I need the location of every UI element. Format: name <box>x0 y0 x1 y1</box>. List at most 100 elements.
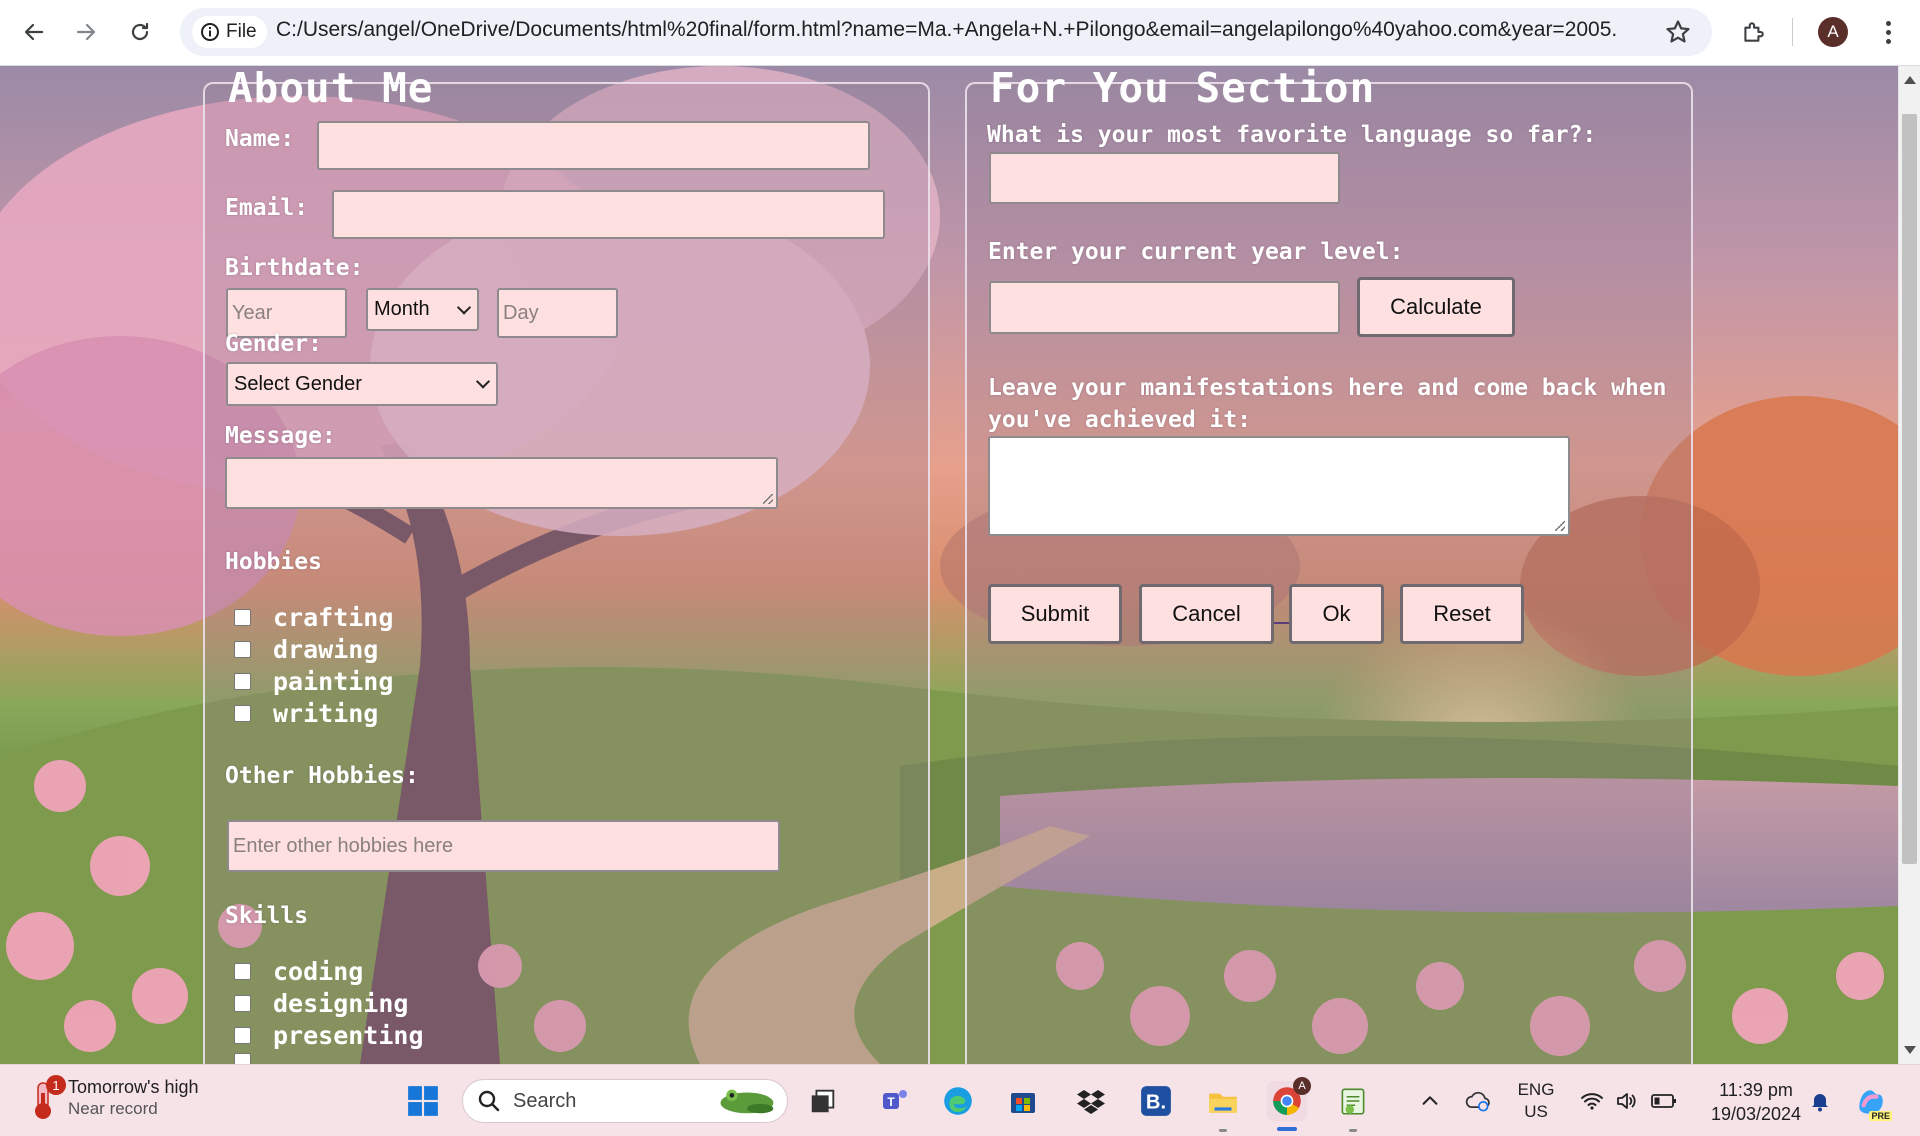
year-level-input[interactable] <box>989 281 1340 334</box>
cancel-button[interactable]: Cancel <box>1139 584 1274 644</box>
checkbox[interactable] <box>234 1053 251 1064</box>
thermometer-icon: 1 <box>28 1075 66 1121</box>
scroll-thumb[interactable] <box>1902 114 1917 864</box>
message-textarea[interactable] <box>225 457 778 509</box>
for-you-fieldset: For You Section What is your most favori… <box>965 66 1693 1064</box>
chevron-up-icon[interactable] <box>1410 1081 1450 1121</box>
gender-label: Gender: <box>225 331 322 357</box>
gender-select[interactable]: Select Gender <box>226 362 498 406</box>
notepad-icon[interactable] <box>1333 1081 1373 1121</box>
checkbox[interactable] <box>234 609 251 626</box>
name-input[interactable] <box>317 121 870 170</box>
bold-app-icon[interactable]: B. <box>1136 1081 1176 1121</box>
chevron-down-icon <box>456 299 472 315</box>
scroll-down-arrow-icon[interactable] <box>1904 1046 1916 1054</box>
message-label: Message: <box>225 423 336 449</box>
reload-button[interactable] <box>120 12 160 52</box>
button-connector-line <box>1274 622 1289 624</box>
search-label: Search <box>513 1089 577 1112</box>
day-input[interactable] <box>497 288 618 338</box>
taskbar-search-box[interactable]: Search <box>462 1079 788 1123</box>
skill-checkbox-row[interactable]: designing <box>234 989 408 1018</box>
hobby-checkbox-row[interactable]: crafting <box>234 603 393 632</box>
skill-label: coding <box>273 957 364 986</box>
chevron-down-icon <box>475 374 491 389</box>
language-label: What is your most favorite language so f… <box>987 122 1597 148</box>
resize-handle-icon[interactable] <box>1555 521 1565 531</box>
other-hobbies-label: Other Hobbies: <box>225 763 419 789</box>
site-chip-label: File <box>226 21 257 42</box>
page-scrollbar[interactable] <box>1898 66 1920 1064</box>
manifest-textarea[interactable] <box>988 436 1570 536</box>
menu-icon[interactable] <box>1870 14 1906 50</box>
explorer-running-indicator <box>1219 1129 1227 1132</box>
copilot-preview-badge: PRE <box>1869 1111 1892 1121</box>
extensions-button[interactable] <box>1733 12 1773 52</box>
profile-avatar[interactable]: A <box>1818 17 1848 47</box>
checkbox[interactable] <box>234 995 251 1012</box>
skill-label: presenting <box>273 1021 424 1050</box>
weather-headline: Tomorrow's high <box>68 1077 199 1097</box>
toolbar-separator <box>1792 18 1793 46</box>
cloud-sync-icon[interactable] <box>1458 1081 1498 1121</box>
teams-icon[interactable]: T <box>875 1081 915 1121</box>
year-level-label: Enter your current year level: <box>988 239 1404 265</box>
hobby-label: writing <box>273 699 379 728</box>
keyboard-region: US <box>1524 1102 1548 1121</box>
skill-checkbox-row[interactable]: coding <box>234 957 363 986</box>
hobby-checkbox-row[interactable]: drawing <box>234 635 378 664</box>
name-label: Name: <box>225 126 295 152</box>
back-arrow-icon <box>24 23 44 41</box>
skill-checkbox-row-partial[interactable] <box>234 1053 251 1064</box>
address-bar[interactable]: File C:/Users/angel/OneDrive/Documents/h… <box>180 8 1712 56</box>
dropbox-icon[interactable] <box>1071 1081 1111 1121</box>
skill-checkbox-row[interactable]: presenting <box>234 1021 424 1050</box>
copilot-icon[interactable]: PRE <box>1850 1081 1892 1121</box>
file-explorer-icon[interactable] <box>1203 1081 1243 1121</box>
store-icon[interactable] <box>1003 1081 1043 1121</box>
checkbox[interactable] <box>234 641 251 658</box>
url-text[interactable]: C:/Users/angel/OneDrive/Documents/html%2… <box>276 18 1616 42</box>
ok-button[interactable]: Ok <box>1289 584 1384 644</box>
hobbies-title: Hobbies <box>225 549 322 575</box>
email-input[interactable] <box>332 190 885 239</box>
hobby-checkbox-row[interactable]: painting <box>234 667 393 696</box>
back-button[interactable] <box>14 12 54 52</box>
skill-label: designing <box>273 989 409 1018</box>
forward-button[interactable] <box>66 12 106 52</box>
submit-button[interactable]: Submit <box>988 584 1122 644</box>
checkbox[interactable] <box>234 963 251 980</box>
month-select[interactable]: Month <box>366 288 479 331</box>
about-me-legend: About Me <box>228 66 434 112</box>
info-icon <box>201 23 219 41</box>
scroll-up-arrow-icon[interactable] <box>1904 76 1916 84</box>
reset-button[interactable]: Reset <box>1400 584 1524 644</box>
language-input[interactable] <box>989 152 1340 204</box>
windows-start-icon[interactable] <box>403 1081 443 1121</box>
notepad-running-indicator <box>1349 1129 1357 1132</box>
weather-widget[interactable]: 1 Tomorrow's high Near record <box>28 1075 198 1121</box>
edge-icon[interactable] <box>938 1081 978 1121</box>
checkbox[interactable] <box>234 673 251 690</box>
star-icon[interactable] <box>1664 18 1692 46</box>
calculate-button[interactable]: Calculate <box>1357 277 1515 337</box>
hobby-checkbox-row[interactable]: writing <box>234 699 378 728</box>
checkbox[interactable] <box>234 705 251 722</box>
language-indicator[interactable]: ENG US <box>1508 1079 1564 1123</box>
task-view-icon[interactable] <box>803 1081 843 1121</box>
bell-icon[interactable] <box>1800 1081 1840 1121</box>
site-info-chip[interactable]: File <box>192 16 267 48</box>
chrome-icon[interactable]: A <box>1267 1077 1311 1121</box>
hobby-label: painting <box>273 667 394 696</box>
checkbox[interactable] <box>234 1027 251 1044</box>
other-hobbies-input[interactable] <box>227 820 780 872</box>
resize-handle-icon[interactable] <box>763 494 773 504</box>
extensions-icon <box>1744 22 1764 42</box>
month-selected-text: Month <box>374 298 430 320</box>
weather-subtext: Near record <box>68 1099 158 1118</box>
email-label: Email: <box>225 195 309 221</box>
svg-text:B.: B. <box>1146 1091 1166 1113</box>
svg-text:T: T <box>887 1095 895 1109</box>
volume-icon[interactable] <box>1606 1081 1646 1121</box>
battery-icon[interactable] <box>1644 1081 1684 1121</box>
